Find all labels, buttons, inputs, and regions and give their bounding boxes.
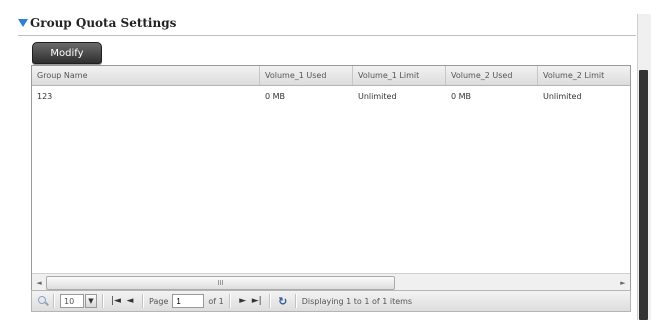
group-quota-grid: Group Name Volume_1 Used Volume_1 Limit … bbox=[31, 65, 631, 291]
display-status: Displaying 1 to 1 of 1 items bbox=[301, 296, 413, 306]
prev-page-icon[interactable]: ◄ bbox=[123, 296, 137, 306]
section-title: Group Quota Settings bbox=[30, 16, 177, 30]
search-icon[interactable] bbox=[38, 296, 49, 306]
chevron-down-icon[interactable]: ▼ bbox=[85, 294, 97, 308]
section-header[interactable]: Group Quota Settings bbox=[18, 14, 176, 32]
last-page-icon[interactable]: ►| bbox=[250, 296, 264, 306]
cell-volume1-limit: Unlimited bbox=[358, 91, 397, 101]
cell-volume1-used: 0 MB bbox=[265, 91, 286, 101]
pager-separator bbox=[228, 294, 231, 308]
table-row[interactable]: 123 0 MB Unlimited 0 MB Unlimited bbox=[32, 86, 630, 106]
page-label: Page bbox=[149, 296, 169, 306]
refresh-icon[interactable]: ↻ bbox=[276, 295, 290, 308]
horizontal-scroll-thumb[interactable]: III bbox=[46, 276, 395, 290]
grid-header: Group Name Volume_1 Used Volume_1 Limit … bbox=[32, 66, 630, 86]
pager-separator bbox=[53, 294, 55, 308]
collapse-triangle-icon[interactable] bbox=[18, 19, 28, 27]
cell-volume2-limit: Unlimited bbox=[543, 91, 582, 101]
next-page-icon[interactable]: ► bbox=[236, 296, 250, 306]
horizontal-scrollbar[interactable]: ◄ III ► bbox=[32, 273, 630, 291]
page-count-label: of 1 bbox=[208, 296, 224, 306]
page-size-select[interactable]: 10 bbox=[60, 294, 84, 308]
pager-separator bbox=[142, 294, 144, 308]
scroll-right-arrow-icon[interactable]: ► bbox=[616, 274, 630, 291]
column-header-group-name[interactable]: Group Name bbox=[32, 66, 260, 85]
modify-button[interactable]: Modify bbox=[32, 42, 102, 64]
column-header-volume1-used[interactable]: Volume_1 Used bbox=[260, 66, 353, 85]
pager-separator bbox=[294, 294, 297, 308]
scroll-left-arrow-icon[interactable]: ◄ bbox=[32, 274, 46, 291]
pager-separator bbox=[102, 294, 104, 308]
cell-volume2-used: 0 MB bbox=[451, 91, 472, 101]
cell-group-name: 123 bbox=[37, 91, 53, 101]
first-page-icon[interactable]: |◄ bbox=[109, 296, 123, 306]
column-header-volume2-limit[interactable]: Volume_2 Limit bbox=[538, 66, 630, 85]
pagination-bar: 10 ▼ |◄ ◄ Page of 1 ► ►| ↻ Displaying 1 … bbox=[31, 290, 631, 312]
section-divider bbox=[18, 35, 636, 36]
vertical-scroll-thumb[interactable] bbox=[639, 70, 648, 320]
page-input[interactable] bbox=[172, 294, 205, 308]
scroll-grip: III bbox=[217, 279, 224, 287]
column-header-volume2-used[interactable]: Volume_2 Used bbox=[446, 66, 538, 85]
pager-separator bbox=[268, 294, 271, 308]
column-header-volume1-limit[interactable]: Volume_1 Limit bbox=[353, 66, 446, 85]
